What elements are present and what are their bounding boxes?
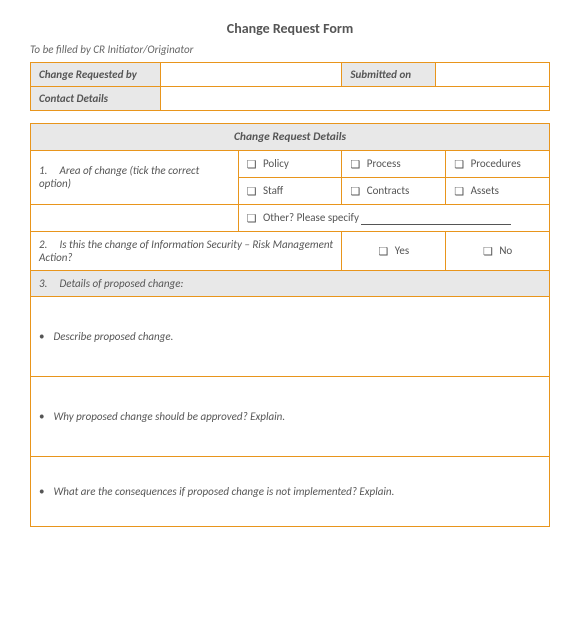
- row1-num: 1.: [39, 164, 57, 177]
- opt-staff: Staff: [263, 184, 283, 197]
- opt-yes: Yes: [395, 244, 409, 257]
- row1-label: Area of change (tick the correct option): [39, 164, 199, 190]
- bullet-icon: •: [39, 410, 51, 423]
- opt-process: Process: [367, 157, 401, 170]
- checkbox-icon[interactable]: ❏: [247, 158, 257, 171]
- contact-field[interactable]: [160, 87, 549, 111]
- q3-area[interactable]: • What are the consequences if proposed …: [31, 456, 550, 526]
- checkbox-icon[interactable]: ❏: [454, 185, 464, 198]
- submitted-on-label: Submitted on: [342, 63, 435, 87]
- details-table: Change Request Details 1. Area of change…: [30, 123, 550, 527]
- q1-area[interactable]: • Describe proposed change.: [31, 296, 550, 376]
- form-title: Change Request Form: [30, 20, 550, 37]
- submitted-on-field[interactable]: [435, 63, 549, 87]
- opt-no: No: [499, 244, 512, 257]
- section-header: Change Request Details: [31, 124, 550, 151]
- bullet-icon: •: [39, 485, 51, 498]
- row3-label: Details of proposed change:: [60, 277, 184, 290]
- bullet-icon: •: [39, 330, 51, 343]
- opt-other: Other? Please specify: [263, 211, 359, 224]
- checkbox-icon[interactable]: ❏: [247, 212, 257, 225]
- form-subtitle: To be filled by CR Initiator/Originator: [30, 43, 550, 56]
- header-table: Change Requested by Submitted on Contact…: [30, 62, 550, 111]
- row2-num: 2.: [39, 238, 57, 251]
- row2-label: Is this the change of Information Securi…: [39, 238, 333, 264]
- opt-contracts: Contracts: [367, 184, 410, 197]
- row3-num: 3.: [39, 277, 57, 290]
- other-specify-field[interactable]: [361, 224, 511, 225]
- opt-policy: Policy: [263, 157, 289, 170]
- contact-label: Contact Details: [31, 87, 161, 111]
- checkbox-icon[interactable]: ❏: [247, 185, 257, 198]
- checkbox-icon[interactable]: ❏: [483, 245, 493, 258]
- requested-by-field[interactable]: [160, 63, 342, 87]
- checkbox-icon[interactable]: ❏: [378, 245, 388, 258]
- opt-assets: Assets: [471, 184, 499, 197]
- q2-text: Why proposed change should be approved? …: [54, 410, 286, 423]
- q2-area[interactable]: • Why proposed change should be approved…: [31, 376, 550, 456]
- checkbox-icon[interactable]: ❏: [350, 185, 360, 198]
- requested-by-label: Change Requested by: [31, 63, 161, 87]
- opt-procedures: Procedures: [471, 157, 521, 170]
- q3-text: What are the consequences if proposed ch…: [54, 485, 395, 498]
- checkbox-icon[interactable]: ❏: [350, 158, 360, 171]
- q1-text: Describe proposed change.: [54, 330, 174, 343]
- checkbox-icon[interactable]: ❏: [454, 158, 464, 171]
